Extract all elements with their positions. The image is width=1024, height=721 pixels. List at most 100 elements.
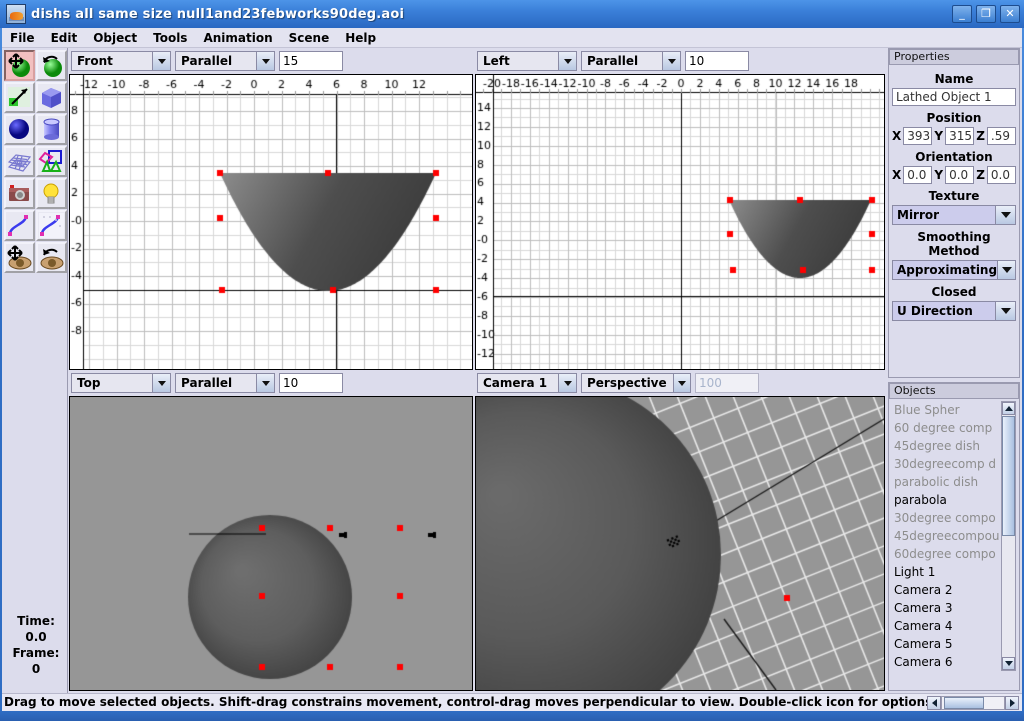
viewport-area: Front Parallel 15 Left Parallel 10 Top P… xyxy=(68,48,886,693)
list-item[interactable]: 60degree compo xyxy=(891,545,1001,563)
list-item[interactable]: parabolic dish xyxy=(891,473,1001,491)
scroll-right-button[interactable] xyxy=(1005,695,1019,710)
closed-value: U Direction xyxy=(897,304,973,318)
position-x-input[interactable]: 393 xyxy=(903,127,933,145)
chevron-down-icon xyxy=(995,302,1015,320)
rotate-viewpoint-tool[interactable] xyxy=(36,242,67,273)
scroll-down-button[interactable] xyxy=(1002,657,1015,670)
window-bottom-strip xyxy=(0,711,1024,721)
viewport-front-controls: Front Parallel 15 xyxy=(68,48,474,74)
viewport-camera1-projection-select[interactable]: Perspective xyxy=(581,373,691,393)
list-item[interactable]: parabola xyxy=(891,491,1001,509)
create-curve-tool[interactable] xyxy=(4,82,35,113)
viewport-left-controls: Left Parallel 10 xyxy=(474,48,886,74)
list-item[interactable]: Camera 3 xyxy=(891,599,1001,617)
main-body: Front Parallel 15 Left Parallel 10 Top P… xyxy=(2,48,1022,693)
viewport-top-controls: Top Parallel 10 xyxy=(68,370,474,396)
chevron-down-icon xyxy=(997,261,1015,279)
scroll-left-button[interactable] xyxy=(927,695,941,710)
list-item[interactable]: Camera 4 xyxy=(891,617,1001,635)
create-light-tool[interactable] xyxy=(36,178,67,209)
objects-scrollbar-thumb[interactable] xyxy=(1002,416,1015,536)
properties-panel-title: Properties xyxy=(889,49,1019,65)
viewport-camera1-scale-input: 100 xyxy=(695,373,759,393)
scrollbar-thumb[interactable] xyxy=(944,696,984,709)
viewport-left-scale-input[interactable]: 10 xyxy=(685,51,749,71)
scrollbar-track[interactable] xyxy=(941,695,1005,710)
move-object-tool[interactable] xyxy=(4,50,35,81)
position-z-input[interactable]: .59 xyxy=(986,127,1016,145)
smoothing-method-label: Smoothing Method xyxy=(917,230,991,258)
menu-bar: File Edit Object Tools Animation Scene H… xyxy=(2,28,1022,48)
objects-list[interactable]: Blue Spher 60 degree comp 45degree dish 30… xyxy=(891,401,1001,671)
list-item[interactable]: Blue Spher xyxy=(891,401,1001,419)
frame-value: 0 xyxy=(31,662,41,676)
name-label: Name xyxy=(934,72,974,86)
menu-item-file[interactable]: File xyxy=(2,29,43,47)
objects-panel-title: Objects xyxy=(889,383,1019,399)
object-name-input[interactable]: Lathed Object 1 xyxy=(892,88,1016,106)
chevron-down-icon xyxy=(662,52,680,70)
create-cylinder-tool[interactable] xyxy=(36,114,67,145)
viewport-front-projection-select[interactable]: Parallel xyxy=(175,51,275,71)
chevron-down-icon xyxy=(558,374,576,392)
viewport-top[interactable] xyxy=(69,396,473,691)
create-polygon-tool[interactable] xyxy=(36,146,67,177)
objects-scrollbar[interactable] xyxy=(1001,401,1016,671)
viewport-left-projection-select[interactable]: Parallel xyxy=(581,51,681,71)
orientation-x-label: X xyxy=(892,168,902,182)
scroll-up-button[interactable] xyxy=(1002,402,1015,415)
orientation-x-input[interactable]: 0.0 xyxy=(903,166,933,184)
create-camera-tool[interactable] xyxy=(4,178,35,209)
chevron-down-icon xyxy=(256,374,274,392)
menu-item-scene[interactable]: Scene xyxy=(281,29,338,47)
menu-item-help[interactable]: Help xyxy=(337,29,384,47)
orientation-z-input[interactable]: 0.0 xyxy=(986,166,1016,184)
list-item[interactable]: 30degreecomp d xyxy=(891,455,1001,473)
menu-item-object[interactable]: Object xyxy=(85,29,145,47)
create-curve-editor-tool[interactable] xyxy=(4,210,35,241)
smoothing-method-select[interactable]: Approximating xyxy=(892,260,1016,280)
list-item[interactable]: 45degreecompou xyxy=(891,527,1001,545)
menu-item-tools[interactable]: Tools xyxy=(145,29,195,47)
list-item[interactable]: 30degree compo xyxy=(891,509,1001,527)
position-label: Position xyxy=(926,111,982,125)
viewport-camera1-controls: Camera 1 Perspective 100 xyxy=(474,370,886,396)
list-item[interactable]: Camera 2 xyxy=(891,581,1001,599)
texture-select[interactable]: Mirror xyxy=(892,205,1016,225)
list-item[interactable]: 60 degree comp xyxy=(891,419,1001,437)
position-y-input[interactable]: 315 xyxy=(945,127,975,145)
move-viewpoint-tool[interactable] xyxy=(4,242,35,273)
viewport-front-view-select[interactable]: Front xyxy=(71,51,171,71)
list-item[interactable]: 45degree dish xyxy=(891,437,1001,455)
right-panel: Properties Name Lathed Object 1 Position… xyxy=(886,48,1022,693)
viewport-top-view-select[interactable]: Top xyxy=(71,373,171,393)
list-item[interactable]: Camera 5 xyxy=(891,635,1001,653)
maximize-button[interactable]: ❐ xyxy=(976,5,996,23)
viewport-top-projection-select[interactable]: Parallel xyxy=(175,373,275,393)
position-z-label: Z xyxy=(976,129,985,143)
create-spline-tool[interactable] xyxy=(36,210,67,241)
create-sphere-tool[interactable] xyxy=(4,114,35,145)
status-message: Drag to move selected objects. Shift-dra… xyxy=(4,695,937,709)
create-mesh-tool[interactable] xyxy=(4,146,35,177)
viewport-left[interactable] xyxy=(475,74,885,370)
close-button[interactable]: ✕ xyxy=(1000,5,1020,23)
list-item[interactable]: Camera 6 xyxy=(891,653,1001,671)
minimize-button[interactable]: _ xyxy=(952,5,972,23)
viewport-top-scale-input[interactable]: 10 xyxy=(279,373,343,393)
viewport-camera1[interactable] xyxy=(475,396,885,691)
viewport-front[interactable] xyxy=(69,74,473,370)
viewport-camera1-view-select[interactable]: Camera 1 xyxy=(477,373,577,393)
horizontal-scrollbar[interactable] xyxy=(927,694,1019,711)
closed-select[interactable]: U Direction xyxy=(892,301,1016,321)
viewport-front-scale-input[interactable]: 15 xyxy=(279,51,343,71)
viewport-left-view-select[interactable]: Left xyxy=(477,51,577,71)
menu-item-animation[interactable]: Animation xyxy=(195,29,280,47)
status-bar: Drag to move selected objects. Shift-dra… xyxy=(2,693,1022,711)
menu-item-edit[interactable]: Edit xyxy=(43,29,86,47)
list-item[interactable]: Light 1 xyxy=(891,563,1001,581)
rotate-object-tool[interactable] xyxy=(36,50,67,81)
create-cube-tool[interactable] xyxy=(36,82,67,113)
orientation-y-input[interactable]: 0.0 xyxy=(945,166,975,184)
